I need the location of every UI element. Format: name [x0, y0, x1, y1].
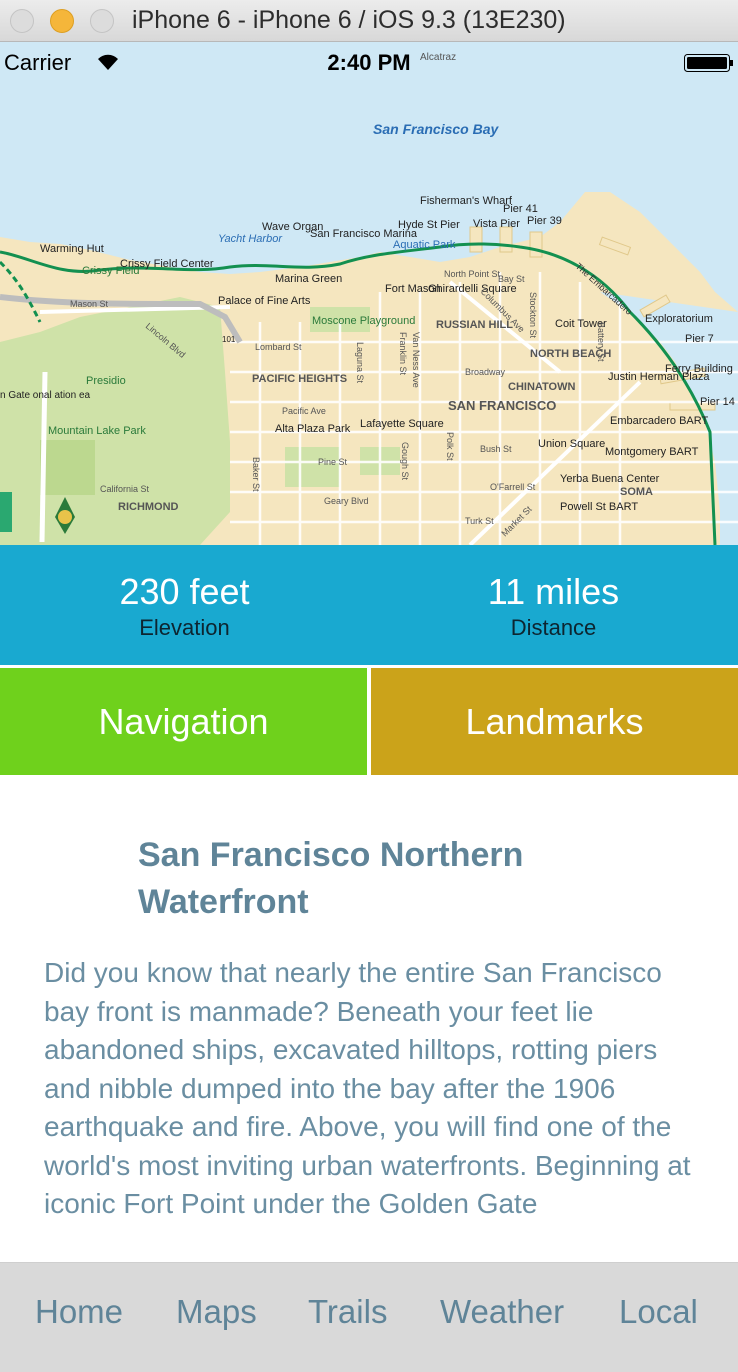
map-label-ofarrell: O'Farrell St [490, 482, 536, 492]
tab-trails[interactable]: Trails [308, 1293, 387, 1331]
map-label-pier14: Pier 14 [700, 396, 735, 408]
map-label-exploratorium: Exploratorium [645, 313, 713, 325]
trail-title: San Francisco Northern Waterfront [138, 836, 524, 921]
map-label-gough-st: Gough St [400, 442, 410, 481]
tab-home[interactable]: Home [35, 1293, 123, 1331]
map-label-route-101: 101 [222, 335, 236, 344]
map-label-stockton-st: Stockton St [528, 292, 538, 339]
map-label-montgomery-bart: Montgomery BART [605, 446, 699, 458]
tab-local[interactable]: Local [619, 1293, 698, 1331]
map-label-north-point: North Point St [444, 269, 501, 279]
elevation-label: Elevation [139, 615, 230, 640]
map-label-california-st: California St [100, 484, 150, 494]
navigation-button[interactable]: Navigation [0, 668, 367, 775]
window-title: iPhone 6 - iPhone 6 / iOS 9.3 (13E230) [132, 6, 566, 34]
distance-stat: 11 miles Distance [369, 571, 738, 643]
landmarks-button[interactable]: Landmarks [371, 668, 738, 775]
map-label-bay: San Francisco Bay [373, 121, 499, 137]
map-image: San Francisco Bay Alcatraz Fisherman's W… [0, 42, 738, 545]
trail-stats-panel: 230 feet Elevation 11 miles Distance [0, 545, 738, 665]
map-label-laguna-st: Laguna St [355, 342, 365, 384]
map-label-bush-st: Bush St [480, 444, 512, 454]
map-label-richmond: RICHMOND [118, 501, 179, 513]
elevation-stat: 230 feet Elevation [0, 571, 369, 643]
map-label-embarcadero-bart: Embarcadero BART [610, 415, 709, 427]
map-label-geary: Geary Blvd [324, 496, 369, 506]
elevation-value: 230 feet [119, 571, 250, 612]
tab-bar: Home Maps Trails Weather Local [0, 1262, 738, 1372]
map-label-yerba-buena: Yerba Buena Center [560, 473, 660, 485]
map-label-franklin-st: Franklin St [398, 332, 408, 376]
window-close-button[interactable] [10, 9, 34, 33]
map-label-chinatown: CHINATOWN [508, 381, 575, 393]
map-label-mason-st: Mason St [70, 299, 109, 309]
map-label-san-francisco: SAN FRANCISCO [448, 398, 556, 413]
map-label-soma: SOMA [620, 486, 653, 498]
map-label-lafayette: Lafayette Square [360, 418, 444, 430]
map-label-lombard: Lombard St [255, 342, 302, 352]
map-label-vista-pier: Vista Pier [473, 218, 520, 230]
map-label-pier41: Pier 41 [503, 203, 538, 215]
map-label-alta-plaza: Alta Plaza Park [275, 423, 351, 435]
status-bar: Carrier 2:40 PM [0, 42, 738, 82]
battery-icon [684, 54, 733, 72]
map-label-pier39: Pier 39 [527, 215, 562, 227]
map-label-justin-herman: Justin Herman Plaza [608, 371, 710, 383]
map-label-marina-green: Marina Green [275, 273, 342, 285]
map-label-aquatic-park: Aquatic Park [393, 239, 456, 251]
map-label-warming-hut: Warming Hut [40, 243, 104, 255]
map-view[interactable]: San Francisco Bay Alcatraz Fisherman's W… [0, 42, 738, 545]
window-minimize-button[interactable] [50, 9, 74, 33]
map-label-union-square: Union Square [538, 438, 605, 450]
map-label-turk-st: Turk St [465, 516, 494, 526]
distance-label: Distance [510, 615, 597, 640]
distance-value: 11 miles [487, 571, 620, 612]
map-label-pine-st: Pine St [318, 457, 348, 467]
map-label-battery-st: Battery St [596, 322, 606, 362]
tab-maps[interactable]: Maps [176, 1293, 257, 1331]
map-label-crissy-field-center: Crissy Field Center [120, 258, 214, 270]
map-label-fishermans-wharf: Fisherman's Wharf [420, 195, 513, 207]
map-label-ghirardelli: Ghirardelli Square [428, 283, 517, 295]
map-label-broadway: Broadway [465, 367, 506, 377]
map-label-bay-st: Bay St [498, 274, 525, 284]
map-label-palace: Palace of Fine Arts [218, 295, 311, 307]
map-label-pacific-heights: PACIFIC HEIGHTS [252, 373, 347, 385]
map-label-moscone: Moscone Playground [312, 315, 415, 327]
map-label-pier7: Pier 7 [685, 333, 714, 345]
map-label-russian-hill: RUSSIAN HILL [436, 319, 513, 331]
simulator-titlebar: iPhone 6 - iPhone 6 / iOS 9.3 (13E230) [0, 0, 738, 42]
phone-screen: San Francisco Bay Alcatraz Fisherman's W… [0, 42, 738, 1372]
map-label-polk-st: Polk St [445, 432, 455, 461]
map-label-presidio: Presidio [86, 375, 126, 387]
window-zoom-button[interactable] [90, 9, 114, 33]
map-label-golden-gate-edge: n Gate onal ation ea [0, 390, 91, 401]
tab-weather[interactable]: Weather [440, 1293, 564, 1331]
map-label-powell-bart: Powell St BART [560, 501, 638, 513]
map-label-pacific-ave: Pacific Ave [282, 406, 326, 416]
trail-description: Did you know that nearly the entire San … [44, 957, 691, 1219]
map-label-van-ness: Van Ness Ave [411, 332, 421, 388]
map-label-yacht-harbor: Yacht Harbor [218, 233, 283, 245]
status-time: 2:40 PM [327, 50, 411, 75]
map-label-baker-st: Baker St [251, 457, 261, 492]
map-label-mountain-lake: Mountain Lake Park [48, 425, 146, 437]
